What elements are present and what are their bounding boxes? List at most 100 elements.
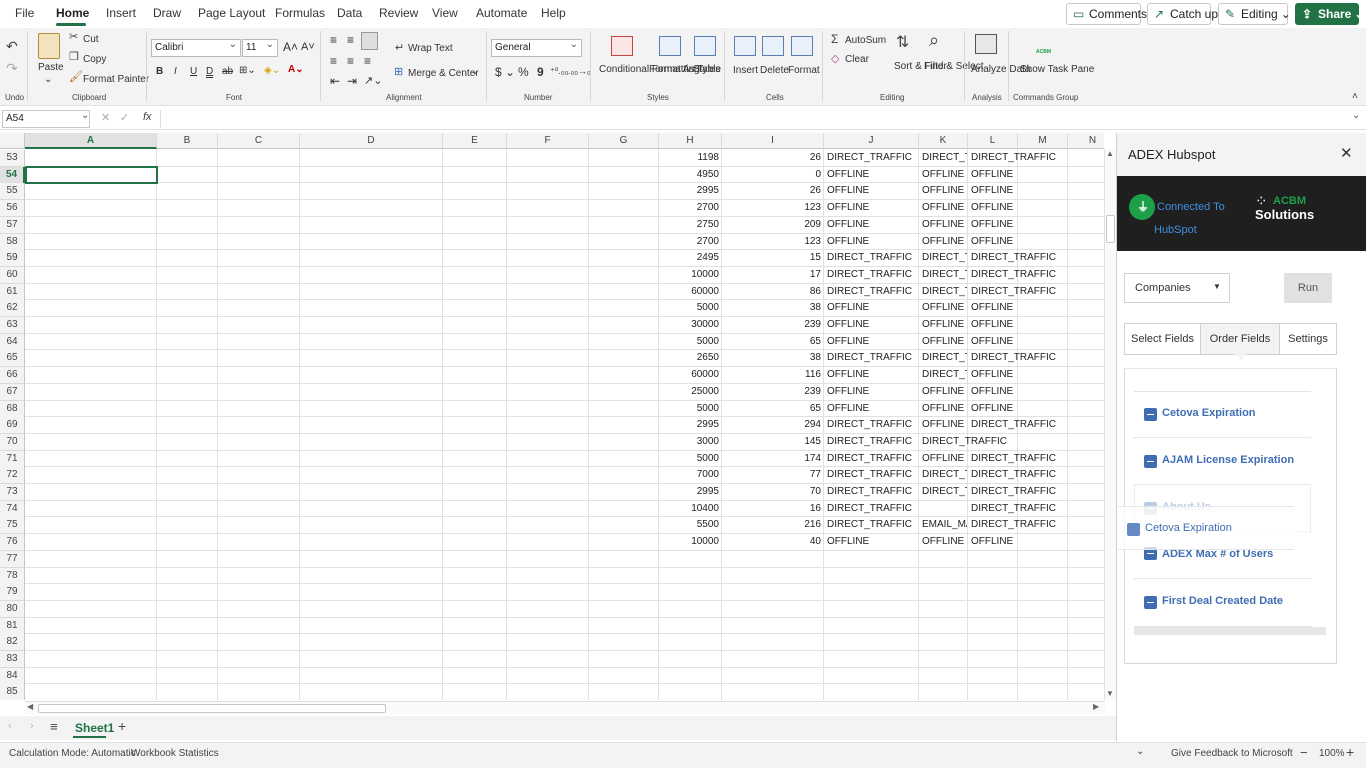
- sheet-tab-sheet1[interactable]: Sheet1: [68, 716, 114, 740]
- horizontal-scroll-thumb[interactable]: [38, 704, 386, 713]
- cell-k[interactable]: OFFLINE: [922, 217, 967, 233]
- scroll-right-icon[interactable]: ▶: [1093, 702, 1099, 711]
- cell-i[interactable]: 294: [722, 417, 821, 433]
- column-header-l[interactable]: L: [968, 133, 1018, 149]
- zoom-in-button[interactable]: +: [1346, 744, 1354, 760]
- remove-field-icon[interactable]: [1144, 455, 1157, 468]
- cell-i[interactable]: 174: [722, 451, 821, 467]
- cell-h[interactable]: [659, 651, 719, 667]
- selected-cell[interactable]: [25, 166, 158, 184]
- cut-button[interactable]: Cut: [83, 34, 99, 46]
- cell-l[interactable]: DIRECT_TRAFFIC: [971, 284, 1068, 300]
- row-header[interactable]: 75: [0, 517, 25, 535]
- cell-l[interactable]: [971, 551, 1068, 567]
- row-header[interactable]: 63: [0, 317, 25, 334]
- enter-icon[interactable]: ✓: [120, 111, 129, 124]
- cell-j[interactable]: DIRECT_TRAFFIC: [827, 467, 919, 483]
- cell-k[interactable]: DIRECT_TR: [922, 267, 967, 283]
- cell-l[interactable]: DIRECT_TRAFFIC: [971, 267, 1068, 283]
- column-header-n[interactable]: N: [1068, 133, 1104, 149]
- cell-h[interactable]: 30000: [659, 317, 719, 333]
- list-scrollbar[interactable]: [1134, 627, 1326, 635]
- feedback-link[interactable]: Give Feedback to Microsoft: [1171, 748, 1293, 759]
- cell-l[interactable]: DIRECT_TRAFFIC: [971, 350, 1068, 366]
- cell-k[interactable]: EMAIL_MA: [922, 517, 967, 533]
- cell-j[interactable]: OFFLINE: [827, 401, 919, 417]
- cell-h[interactable]: 2495: [659, 250, 719, 266]
- dragging-field-item[interactable]: Cetova Expiration: [1118, 506, 1294, 550]
- cell-h[interactable]: [659, 618, 719, 634]
- cell-j[interactable]: OFFLINE: [827, 367, 919, 383]
- cell-h[interactable]: 10000: [659, 267, 719, 283]
- cell-l[interactable]: OFFLINE: [971, 234, 1068, 250]
- cell-i[interactable]: 15: [722, 250, 821, 266]
- cell-i[interactable]: 123: [722, 200, 821, 216]
- share-button[interactable]: ⇪ Share ⌄: [1295, 3, 1364, 25]
- paste-button[interactable]: Paste: [38, 62, 64, 74]
- cell-k[interactable]: DIRECT_TR: [922, 350, 967, 366]
- cell-j[interactable]: DIRECT_TRAFFIC: [827, 284, 919, 300]
- undo-icon[interactable]: ↶: [6, 38, 18, 55]
- delete-cells-button[interactable]: Delete: [760, 65, 789, 77]
- tab-settings[interactable]: Settings: [1279, 323, 1337, 355]
- cell-i[interactable]: 16: [722, 501, 821, 517]
- cell-j[interactable]: [827, 618, 919, 634]
- cancel-icon[interactable]: ✕: [101, 111, 110, 124]
- column-header-b[interactable]: B: [157, 133, 218, 149]
- cell-l[interactable]: [971, 684, 1068, 700]
- column-header-f[interactable]: F: [507, 133, 589, 149]
- copy-button[interactable]: Copy: [83, 54, 106, 66]
- cell-j[interactable]: DIRECT_TRAFFIC: [827, 451, 919, 467]
- cell-j[interactable]: OFFLINE: [827, 334, 919, 350]
- add-sheet-button[interactable]: +: [118, 718, 126, 734]
- align-bottom-icon[interactable]: [361, 32, 378, 50]
- cell-i[interactable]: 145: [722, 434, 821, 450]
- column-header-k[interactable]: K: [919, 133, 968, 149]
- cell-j[interactable]: OFFLINE: [827, 317, 919, 333]
- cell-k[interactable]: OFFLINE: [922, 334, 967, 350]
- worksheet-grid[interactable]: ABCDEFGHIJKLMNO 53119826DIRECT_TRAFFICDI…: [0, 133, 1104, 700]
- prev-sheet-icon[interactable]: ‹: [8, 720, 12, 732]
- increase-font-icon[interactable]: A˄: [283, 41, 298, 53]
- cell-j[interactable]: [827, 584, 919, 600]
- cell-h[interactable]: 5500: [659, 517, 719, 533]
- row-header[interactable]: 53: [0, 150, 25, 167]
- cell-i[interactable]: 239: [722, 317, 821, 333]
- cell-j[interactable]: DIRECT_TRAFFIC: [827, 250, 919, 266]
- row-header[interactable]: 67: [0, 383, 25, 401]
- wrap-text-button[interactable]: Wrap Text: [408, 43, 453, 55]
- formula-input[interactable]: [160, 110, 1350, 128]
- scroll-left-icon[interactable]: ◀: [27, 702, 33, 711]
- cell-l[interactable]: OFFLINE: [971, 317, 1068, 333]
- column-header-d[interactable]: D: [300, 133, 443, 149]
- row-header[interactable]: 83: [0, 651, 25, 668]
- comments-button[interactable]: ▭ Comments: [1066, 3, 1147, 25]
- cell-j[interactable]: [827, 601, 919, 617]
- cell-l[interactable]: DIRECT_TRAFFIC: [971, 250, 1068, 266]
- bold-icon[interactable]: B: [156, 66, 163, 78]
- decrease-indent-icon[interactable]: ⇤: [330, 75, 340, 87]
- menu-automate[interactable]: Automate: [476, 6, 527, 20]
- menu-view[interactable]: View: [432, 6, 458, 20]
- row-header[interactable]: 78: [0, 567, 25, 585]
- row-header[interactable]: 68: [0, 400, 25, 418]
- percent-icon[interactable]: %: [518, 66, 529, 78]
- cell-h[interactable]: 5000: [659, 334, 719, 350]
- cell-i[interactable]: [722, 568, 821, 584]
- insert-cells-button[interactable]: Insert: [733, 65, 758, 77]
- close-icon[interactable]: ✕: [1340, 144, 1353, 162]
- analyze-data-button[interactable]: Analyze Data: [971, 64, 1030, 76]
- row-header[interactable]: 58: [0, 233, 25, 251]
- cell-h[interactable]: 10000: [659, 534, 719, 550]
- increase-indent-icon[interactable]: ⇥: [347, 75, 357, 87]
- tab-order-fields[interactable]: Order Fields: [1200, 323, 1280, 355]
- cell-i[interactable]: [722, 618, 821, 634]
- cell-j[interactable]: [827, 551, 919, 567]
- row-header[interactable]: 79: [0, 584, 25, 602]
- cell-h[interactable]: 25000: [659, 384, 719, 400]
- cell-h[interactable]: 2700: [659, 234, 719, 250]
- cell-i[interactable]: 77: [722, 467, 821, 483]
- cell-h[interactable]: [659, 551, 719, 567]
- row-header[interactable]: 65: [0, 350, 25, 368]
- align-left-icon[interactable]: ≡: [330, 55, 337, 67]
